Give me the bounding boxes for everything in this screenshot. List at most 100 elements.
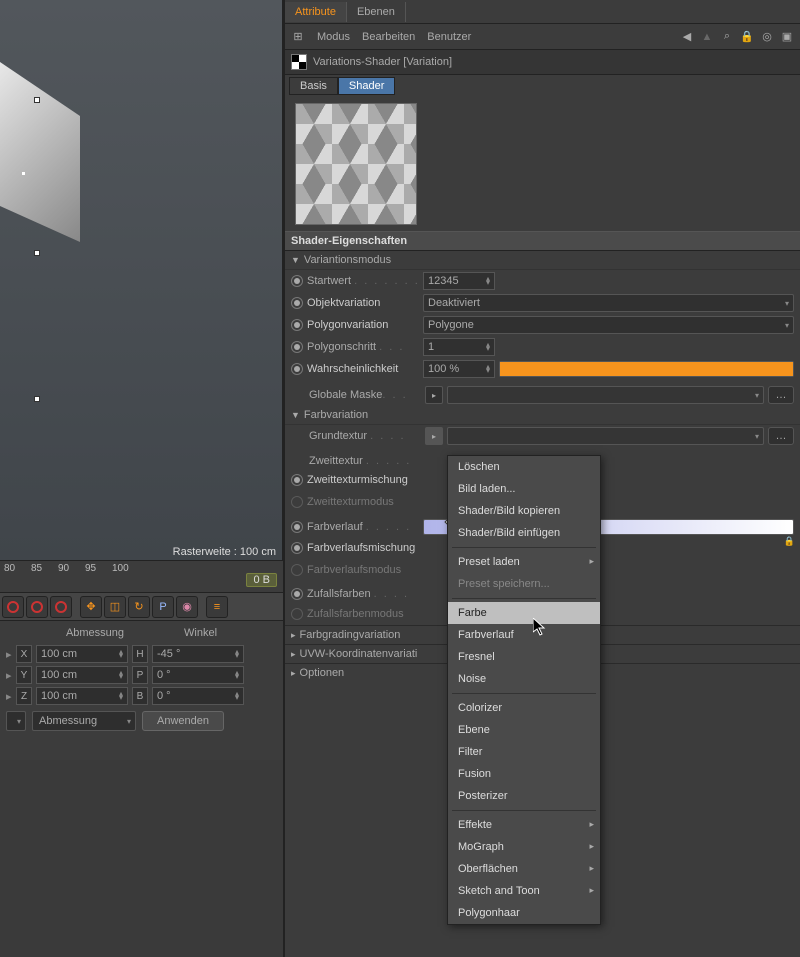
menu-farbe[interactable]: Farbe <box>448 602 600 624</box>
lock-icon[interactable]: 🔒 <box>740 30 754 44</box>
anim-icon[interactable]: ◉ <box>176 596 198 618</box>
shader-preview[interactable] <box>295 103 417 225</box>
group-header-variationmode[interactable]: ▼Variantionsmodus <box>285 251 800 270</box>
polyschritt-radio[interactable] <box>291 341 303 353</box>
axis-p: P <box>132 666 148 684</box>
nav-back-icon[interactable]: ◀ <box>680 30 694 44</box>
subtab-shader[interactable]: Shader <box>338 77 395 95</box>
menu-fusion[interactable]: Fusion <box>448 763 600 785</box>
size-x-field[interactable]: 100 cm▴▾ <box>36 645 128 663</box>
zufallmode-label: Zufallsfarbenmodus <box>307 608 419 620</box>
group-header-farbvariation[interactable]: ▼Farbvariation <box>285 406 800 425</box>
record-next-icon[interactable] <box>50 596 72 618</box>
prob-slider[interactable] <box>499 361 794 377</box>
menu-sketch[interactable]: Sketch and Toon <box>448 880 600 902</box>
menu-preset-speichern[interactable]: Preset speichern... <box>448 573 600 595</box>
menu-oberflaechen[interactable]: Oberflächen <box>448 858 600 880</box>
zweitmode-label: Zweittexturmodus <box>307 496 419 508</box>
menu-shader-paste[interactable]: Shader/Bild einfügen <box>448 522 600 544</box>
menu-effekte[interactable]: Effekte <box>448 814 600 836</box>
coord-dd1[interactable] <box>6 711 26 731</box>
record-prev-icon[interactable] <box>2 596 24 618</box>
menu-colorizer[interactable]: Colorizer <box>448 697 600 719</box>
size-z-field[interactable]: 100 cm▴▾ <box>36 687 128 705</box>
target-icon[interactable]: ◎ <box>760 30 774 44</box>
axis-h: H <box>132 645 148 663</box>
menu-loeschen[interactable]: Löschen <box>448 456 600 478</box>
farbvermode-label: Farbverlaufsmodus <box>307 564 419 576</box>
menu-polygonhaar[interactable]: Polygonhaar <box>448 902 600 924</box>
globmask-more[interactable]: … <box>768 386 794 404</box>
startwert-label: Startwert . . . . . . . <box>307 275 419 287</box>
zweitmix-label: Zweittexturmischung <box>307 474 419 486</box>
new-window-icon[interactable]: ▣ <box>780 30 794 44</box>
grid-icon[interactable]: ⊞ <box>291 30 305 44</box>
globmask-field[interactable] <box>447 386 764 404</box>
raster-label: Rasterweite : 100 cm <box>173 546 276 558</box>
objektvar-radio[interactable] <box>291 297 303 309</box>
menu-ebene[interactable]: Ebene <box>448 719 600 741</box>
grundtextur-field[interactable] <box>447 427 764 445</box>
viewport[interactable]: Rasterweite : 100 cm <box>0 0 283 560</box>
coord-size-header: Abmessung <box>66 627 124 639</box>
timeline[interactable]: 80 85 90 95 100 0 B <box>0 560 283 592</box>
menu-posterizer[interactable]: Posterizer <box>448 785 600 807</box>
zweitmix-radio[interactable] <box>291 474 303 486</box>
grundtextur-arrow[interactable]: ▸ <box>425 427 443 445</box>
axis-x: X <box>16 645 32 663</box>
objektvar-dd[interactable]: Deaktiviert <box>423 294 794 312</box>
polyvar-dd[interactable]: Polygone <box>423 316 794 334</box>
angle-b-field[interactable]: 0 °▴▾ <box>152 687 244 705</box>
filter-icon[interactable]: ≡ <box>206 596 228 618</box>
startwert-field[interactable]: 12345▴▾ <box>423 272 495 290</box>
farbvermix-radio[interactable] <box>291 542 303 554</box>
move-icon[interactable]: ✥ <box>80 596 102 618</box>
scale-icon[interactable]: ◫ <box>104 596 126 618</box>
polyvar-radio[interactable] <box>291 319 303 331</box>
coord-angle-header: Winkel <box>184 627 217 639</box>
tab-ebenen[interactable]: Ebenen <box>347 2 406 22</box>
menu-bild-laden[interactable]: Bild laden... <box>448 478 600 500</box>
search-icon[interactable]: ⌕ <box>720 30 734 44</box>
farbvermode-radio[interactable] <box>291 564 303 576</box>
axis-z: Z <box>16 687 32 705</box>
selection-rect <box>0 100 40 400</box>
zufallmode-radio[interactable] <box>291 608 303 620</box>
zufall-radio[interactable] <box>291 588 303 600</box>
angle-p-field[interactable]: 0 °▴▾ <box>152 666 244 684</box>
menu-bearbeiten[interactable]: Bearbeiten <box>362 31 415 43</box>
menu-preset-laden[interactable]: Preset laden <box>448 551 600 573</box>
menu-benutzer[interactable]: Benutzer <box>427 31 471 43</box>
coord-mode-dd[interactable]: Abmessung <box>32 711 136 731</box>
menu-filter[interactable]: Filter <box>448 741 600 763</box>
polyschritt-field[interactable]: 1▴▾ <box>423 338 495 356</box>
menu-modus[interactable]: Modus <box>317 31 350 43</box>
tab-attribute[interactable]: Attribute <box>285 2 347 22</box>
globmask-arrow[interactable]: ▸ <box>425 386 443 404</box>
params-icon[interactable]: P <box>152 596 174 618</box>
nav-up-icon[interactable]: ▲ <box>700 30 714 44</box>
menu-shader-copy[interactable]: Shader/Bild kopieren <box>448 500 600 522</box>
startwert-radio[interactable] <box>291 275 303 287</box>
tick: 90 <box>58 563 80 574</box>
breadcrumb-label: Variations-Shader [Variation] <box>313 56 452 68</box>
farbverlauf-radio[interactable] <box>291 521 303 533</box>
size-y-field[interactable]: 100 cm▴▾ <box>36 666 128 684</box>
panel-tabs: Attribute Ebenen <box>285 0 800 24</box>
prob-field[interactable]: 100 %▴▾ <box>423 360 495 378</box>
attribute-menubar: ⊞ Modus Bearbeiten Benutzer ◀ ▲ ⌕ 🔒 ◎ ▣ <box>285 24 800 50</box>
menu-farbverlauf[interactable]: Farbverlauf <box>448 624 600 646</box>
grundtextur-more[interactable]: … <box>768 427 794 445</box>
playback-toolbar: ✥ ◫ ↻ P ◉ ≡ <box>0 592 283 620</box>
menu-fresnel[interactable]: Fresnel <box>448 646 600 668</box>
apply-button[interactable]: Anwenden <box>142 711 224 731</box>
grundtextur-label: Grundtextur . . . . <box>309 430 421 442</box>
zweitmode-radio[interactable] <box>291 496 303 508</box>
subtab-basis[interactable]: Basis <box>289 77 338 95</box>
rotate-icon[interactable]: ↻ <box>128 596 150 618</box>
record-icon[interactable] <box>26 596 48 618</box>
angle-h-field[interactable]: -45 °▴▾ <box>152 645 244 663</box>
prob-radio[interactable] <box>291 363 303 375</box>
menu-mograph[interactable]: MoGraph <box>448 836 600 858</box>
menu-noise[interactable]: Noise <box>448 668 600 690</box>
